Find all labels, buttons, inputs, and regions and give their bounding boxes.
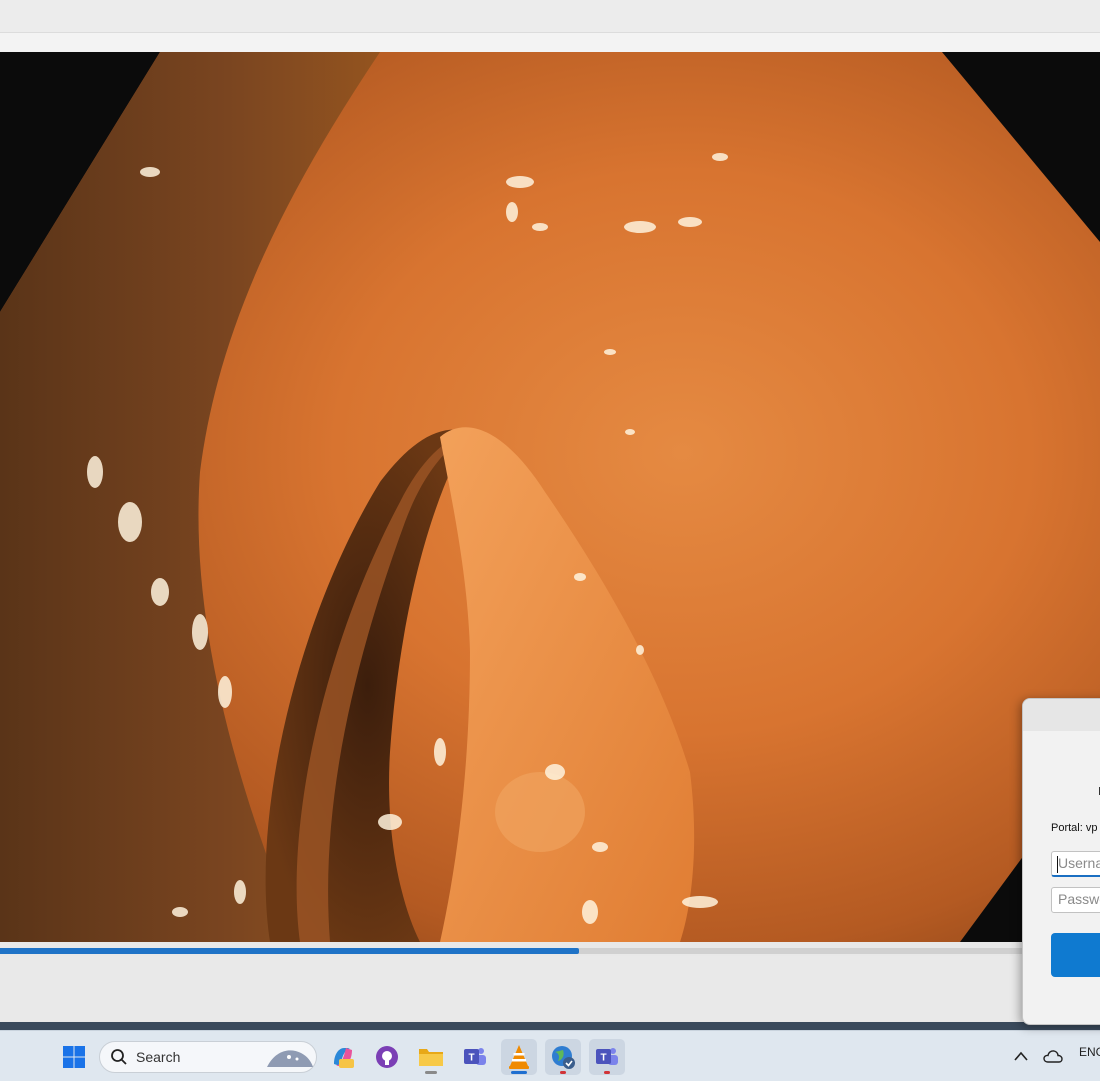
player-toolbar [0, 33, 1100, 52]
vlc-icon [509, 1045, 529, 1069]
dialog-title-bar [1023, 699, 1100, 731]
player-controls-panel [0, 956, 1100, 1023]
svg-text:T: T [600, 1053, 606, 1064]
onedrive-cloud-icon[interactable] [1043, 1049, 1063, 1063]
teams-icon: T [464, 1048, 486, 1065]
taskbar-search[interactable]: Search [99, 1041, 317, 1073]
taskbar-app-vpn[interactable] [545, 1039, 581, 1075]
taskbar-app-vlc[interactable] [501, 1039, 537, 1075]
search-placeholder: Search [136, 1049, 181, 1065]
active-indicator [511, 1071, 527, 1074]
windows-start-button[interactable] [56, 1039, 92, 1075]
attention-indicator [560, 1071, 566, 1074]
file-explorer-icon [419, 1049, 443, 1066]
endoscopy-video-image [0, 52, 1100, 942]
attention-indicator [604, 1071, 610, 1074]
taskbar: Search T T EN [0, 1030, 1100, 1081]
taskbar-app-teams[interactable]: T [457, 1039, 493, 1075]
teams-work-icon: T [596, 1048, 618, 1065]
seek-progress [0, 948, 579, 954]
github-desktop-icon [376, 1046, 398, 1068]
search-highlight-icon [267, 1050, 313, 1067]
password-placeholder: Passwo [1058, 891, 1100, 907]
username-field[interactable]: Userna [1051, 851, 1100, 877]
search-icon [111, 1049, 127, 1065]
window-title-bar [0, 0, 1100, 33]
copilot-icon [334, 1048, 354, 1068]
taskbar-app-file-explorer[interactable] [413, 1039, 449, 1075]
taskbar-app-teams-work[interactable]: T [589, 1039, 625, 1075]
svg-text:T: T [468, 1053, 474, 1064]
connect-button[interactable] [1051, 933, 1100, 977]
taskbar-app-github[interactable] [369, 1039, 405, 1075]
seek-bar[interactable] [0, 942, 1100, 956]
username-placeholder: Userna [1058, 855, 1100, 871]
portal-label: Portal: vp [1051, 822, 1098, 834]
vpn-globe-icon [552, 1046, 575, 1069]
vpn-login-dialog: Portal: vp Userna Passwo [1022, 698, 1100, 1025]
running-indicator [425, 1071, 437, 1074]
desktop-background [0, 1022, 1100, 1030]
windows-start-icon [63, 1046, 85, 1068]
password-field[interactable]: Passwo [1051, 887, 1100, 913]
text-caret [1057, 856, 1058, 873]
language-indicator[interactable]: ENG [1079, 1045, 1100, 1059]
taskbar-app-copilot[interactable] [325, 1039, 361, 1075]
chevron-up-icon[interactable] [1014, 1051, 1028, 1061]
video-frame[interactable] [0, 52, 1100, 942]
